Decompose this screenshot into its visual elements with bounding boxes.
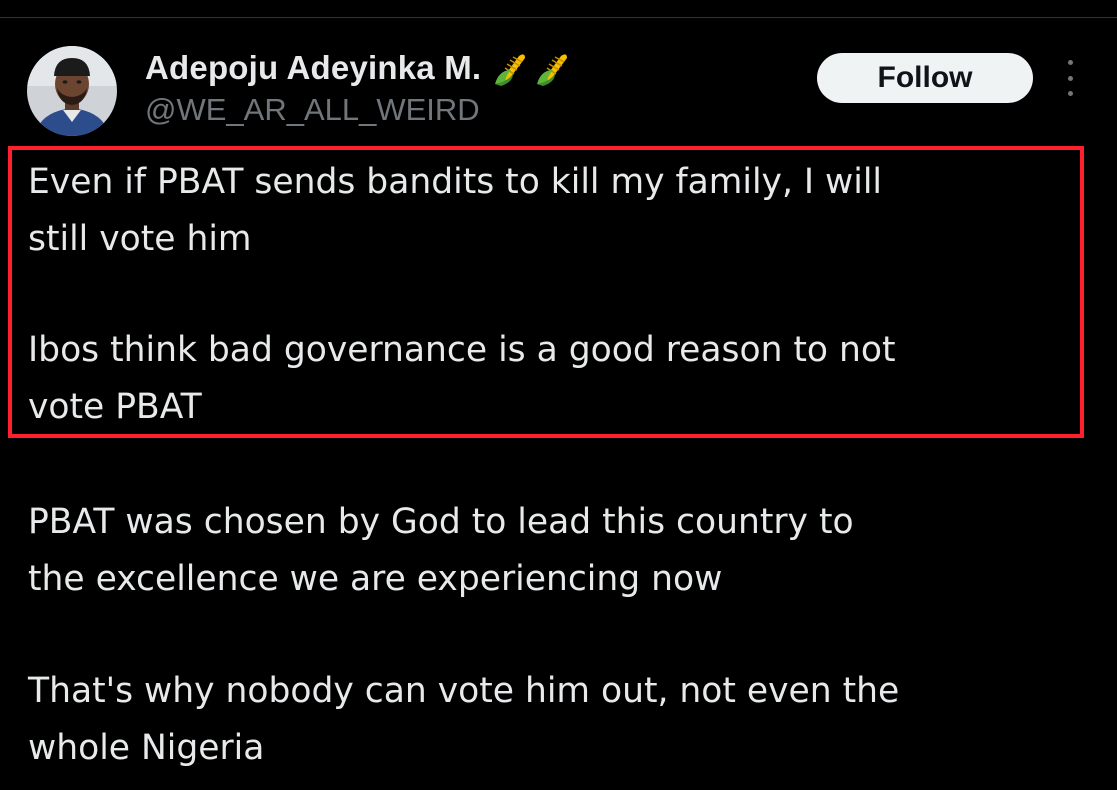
- more-dot-icon: [1067, 60, 1073, 65]
- avatar-photo: [27, 46, 117, 136]
- tweet-line: PBAT was chosen by God to lead this coun…: [28, 502, 854, 542]
- corn-icon: [495, 54, 526, 86]
- corn-icon: [537, 54, 568, 86]
- tweet-line: the excellence we are experiencing now: [28, 559, 723, 599]
- tweet-paragraph: Even if PBAT sends bandits to kill my fa…: [28, 154, 1098, 268]
- more-dot-icon: [1067, 75, 1073, 81]
- tweet-paragraph: Ibos think bad governance is a good reas…: [28, 322, 1098, 436]
- tweet-line: still vote him: [28, 219, 252, 259]
- tweet-paragraph: That's why nobody can vote him out, not …: [28, 663, 1098, 777]
- tweet-line: vote PBAT: [28, 387, 202, 427]
- tweet-line: whole Nigeria: [28, 728, 265, 768]
- top-divider: [0, 17, 1117, 18]
- follow-button[interactable]: Follow: [817, 53, 1033, 103]
- tweet-line: Even if PBAT sends bandits to kill my fa…: [28, 162, 882, 202]
- name-emojis: [491, 48, 573, 88]
- tweet-line: That's why nobody can vote him out, not …: [28, 671, 900, 711]
- author-name-row[interactable]: Adepoju Adeyinka M.: [145, 46, 573, 90]
- tweet-line: Ibos think bad governance is a good reas…: [28, 330, 896, 370]
- more-dot-icon: [1067, 91, 1073, 96]
- author-display-name[interactable]: Adepoju Adeyinka M.: [145, 49, 481, 87]
- more-options-button[interactable]: [1058, 60, 1082, 96]
- tweet-paragraph: PBAT was chosen by God to lead this coun…: [28, 494, 1098, 608]
- author-handle[interactable]: @WE_AR_ALL_WEIRD: [145, 92, 480, 128]
- avatar[interactable]: [27, 46, 117, 136]
